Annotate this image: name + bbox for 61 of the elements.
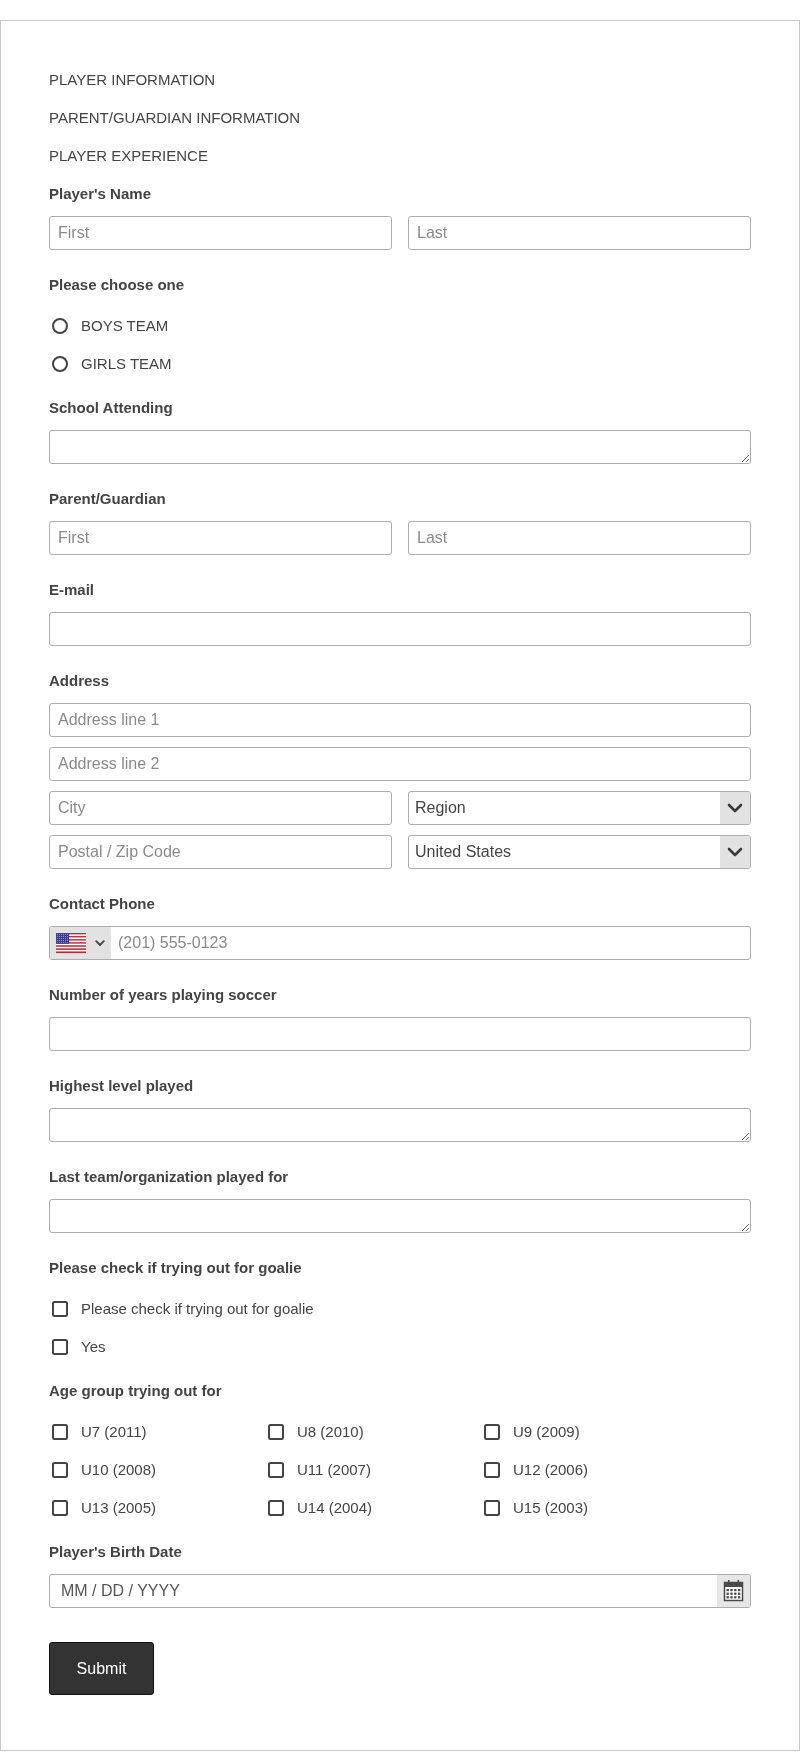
text-input[interactable]: Address line 2 (49, 747, 751, 781)
field-label: Contact Phone (49, 894, 156, 914)
text-input[interactable]: Last (408, 216, 751, 250)
field-label: Highest level played (49, 1076, 195, 1096)
field-label: Player's Birth Date (49, 1542, 183, 1562)
text-input[interactable]: Postal / Zip Code (49, 835, 392, 869)
dropdown[interactable]: United States (408, 835, 751, 869)
field-label: Parent/Guardian (49, 489, 167, 509)
checkbox[interactable] (52, 1339, 68, 1355)
option-label[interactable]: BOYS TEAM (81, 316, 169, 336)
text-input[interactable]: Address line 1 (49, 703, 751, 737)
chevron-down-icon[interactable] (95, 939, 105, 947)
option-label[interactable]: GIRLS TEAM (81, 354, 172, 374)
option-label[interactable]: Please check if trying out for goalie (81, 1299, 314, 1319)
checkbox[interactable] (268, 1500, 284, 1516)
radio-button[interactable] (52, 318, 68, 334)
field-label: Please choose one (49, 275, 186, 295)
section-heading: PLAYER INFORMATION (49, 70, 217, 90)
checkbox[interactable] (268, 1424, 284, 1440)
option-label[interactable]: U12 (2006) (513, 1460, 589, 1480)
submit-button[interactable]: Submit (49, 1642, 154, 1695)
radio-button[interactable] (52, 356, 68, 372)
field-label: Player's Name (49, 184, 152, 204)
dropdown[interactable]: Region (408, 791, 751, 825)
checkbox[interactable] (484, 1462, 500, 1478)
text-input[interactable] (49, 612, 751, 646)
section-heading: PARENT/GUARDIAN INFORMATION (49, 108, 302, 128)
field-label: Last team/organization played for (49, 1167, 290, 1187)
text-input[interactable]: First (49, 216, 392, 250)
checkbox[interactable] (268, 1462, 284, 1478)
option-label[interactable]: U10 (2008) (81, 1460, 157, 1480)
checkbox[interactable] (52, 1462, 68, 1478)
option-label[interactable]: U9 (2009) (513, 1422, 580, 1442)
flag-icon (56, 933, 86, 953)
option-label[interactable]: U7 (2011) (81, 1422, 147, 1442)
option-label[interactable]: U11 (2007) (297, 1460, 371, 1480)
field-label: E-mail (49, 580, 95, 600)
chevron-down-icon[interactable] (720, 792, 750, 824)
country-picker[interactable] (50, 927, 111, 959)
option-label[interactable]: U13 (2005) (81, 1498, 157, 1518)
checkbox[interactable] (52, 1500, 68, 1516)
text-input[interactable]: Last (408, 521, 751, 555)
checkbox[interactable] (52, 1424, 68, 1440)
field-label: Age group trying out for (49, 1381, 223, 1401)
checkbox[interactable] (484, 1424, 500, 1440)
checkbox[interactable] (484, 1500, 500, 1516)
field-label: School Attending (49, 398, 174, 418)
field-label: Address (49, 671, 111, 691)
option-label[interactable]: U14 (2004) (297, 1498, 373, 1518)
field-label: Number of years playing soccer (49, 985, 278, 1005)
section-heading: PLAYER EXPERIENCE (49, 146, 209, 166)
chevron-down-icon[interactable] (720, 836, 750, 868)
field-label: Please check if trying out for goalie (49, 1258, 303, 1278)
checkbox[interactable] (52, 1301, 68, 1317)
option-label[interactable]: U8 (2010) (297, 1422, 364, 1442)
option-label[interactable]: U15 (2003) (513, 1498, 589, 1518)
option-label[interactable]: Yes (81, 1337, 106, 1357)
text-input[interactable] (49, 1017, 751, 1051)
calendar-icon[interactable] (717, 1575, 750, 1607)
text-input[interactable]: First (49, 521, 392, 555)
text-input[interactable]: City (49, 791, 392, 825)
